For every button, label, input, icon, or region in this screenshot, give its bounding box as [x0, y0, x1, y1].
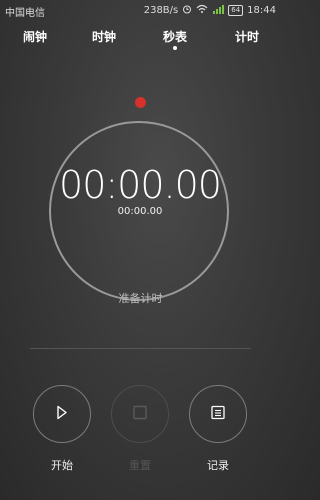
stop-icon	[133, 405, 147, 424]
play-icon	[56, 405, 68, 424]
signal-icon	[212, 4, 225, 17]
status-bar: 中国电信 238B/s 64 18:44	[0, 0, 281, 20]
lap-time-display: 00:00.00	[117, 206, 163, 217]
selected-tab-indicator	[173, 46, 177, 50]
tab-alarm[interactable]: 闹钟	[10, 28, 60, 45]
network-speed: 238B/s	[143, 5, 179, 16]
status-right: 238B/s 64 18:44	[144, 4, 276, 17]
battery-icon: 64	[228, 5, 244, 16]
record-button[interactable]	[189, 385, 247, 443]
start-label: 开始	[51, 459, 73, 472]
record-label: 记录	[207, 459, 229, 472]
list-icon	[211, 405, 225, 424]
carrier-name: 中国电信	[5, 8, 45, 19]
tab-timer[interactable]: 计时	[222, 28, 272, 45]
ready-status-text: 准备计时	[118, 292, 163, 305]
divider	[30, 348, 251, 349]
reset-label: 重置	[129, 459, 151, 472]
status-clock: 18:44	[247, 5, 276, 16]
start-button[interactable]	[33, 385, 91, 443]
reset-button[interactable]	[111, 385, 169, 443]
alarm-icon	[182, 4, 192, 17]
tab-stopwatch[interactable]: 秒表	[150, 28, 200, 45]
main-time-display: 00:00.00	[59, 163, 222, 207]
tab-clock[interactable]: 时钟	[79, 28, 129, 45]
dial-marker	[135, 97, 146, 108]
tab-bar: 闹钟 时钟 秒表 计时	[0, 28, 281, 58]
wifi-icon	[196, 4, 208, 17]
